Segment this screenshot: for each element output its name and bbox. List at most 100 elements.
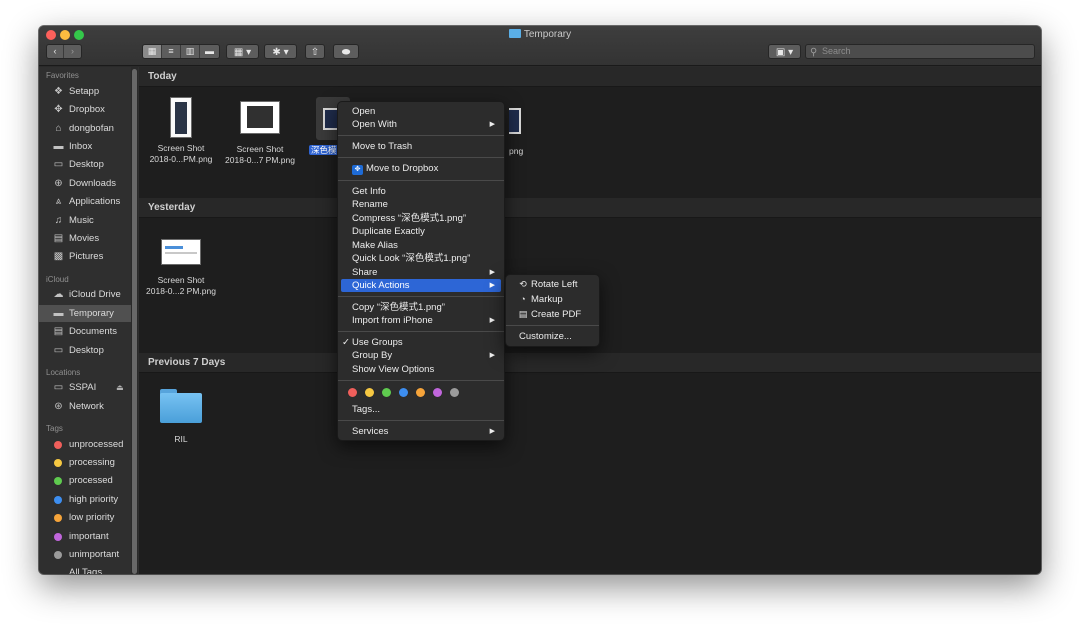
menu-item-label: Tags...	[352, 404, 380, 415]
menu-item-share[interactable]: Share ▶	[341, 266, 501, 279]
quick-actions-submenu: ⟲ Rotate Left ◔ Markup ▤ Create PDF Customi…	[505, 274, 600, 347]
menu-item-duplicate-exactly[interactable]: Duplicate Exactly	[341, 225, 501, 238]
tag-color-blue[interactable]	[399, 388, 408, 397]
menu-item-group-by[interactable]: Group By ▶	[341, 349, 501, 362]
submenu-arrow-icon: ▶	[489, 352, 495, 359]
view-mode-control: ▦ ≡ ▥ ▬	[142, 44, 220, 59]
menu-item-rotate-left[interactable]: ⟲ Rotate Left	[509, 278, 596, 291]
menu-item-label: Compress “深色模式1.png”	[352, 213, 467, 224]
icon-view-icon: ▦	[147, 46, 157, 56]
sidebar-item-icloud-drive[interactable]: ☁ iCloud Drive	[39, 286, 139, 303]
scrollbar-thumb[interactable]	[132, 69, 137, 574]
sidebar-item-pictures[interactable]: ▩ Pictures	[39, 248, 139, 265]
sidebar-item-setapp[interactable]: ❖ Setapp	[39, 83, 139, 100]
menu-item-rename[interactable]: Rename	[341, 198, 501, 211]
sidebar-item-applications[interactable]: ⩓ Applications	[39, 193, 139, 210]
sidebar-item-movies[interactable]: ▤ Movies	[39, 230, 139, 247]
section-header-yesterday: Yesterday	[139, 198, 1041, 218]
menu-item-copy[interactable]: Copy “深色模式1.png”	[341, 301, 501, 314]
menu-item-quick-look[interactable]: Quick Look “深色模式1.png”	[341, 252, 501, 265]
forward-button[interactable]: ›	[64, 45, 81, 58]
sidebar-item-desktop[interactable]: ▭ Desktop	[39, 156, 139, 173]
markup-icon: ◔	[520, 294, 526, 304]
file-thumbnail	[161, 239, 201, 265]
menu-item-import-from-iphone[interactable]: Import from iPhone ▶	[341, 314, 501, 327]
back-button[interactable]: ‹	[47, 45, 65, 58]
sidebar-all-tags[interactable]: All Tags...	[39, 564, 139, 574]
file-item[interactable]: Screen Shot 2018-0...7 PM.png	[223, 97, 297, 166]
icon-view-button[interactable]: ▦	[143, 45, 162, 58]
file-item[interactable]: Screen Shot 2018-0...2 PM.png	[144, 239, 218, 297]
sidebar-item-icloud-desktop[interactable]: ▭ Desktop	[39, 342, 139, 359]
sidebar-item-downloads[interactable]: ⊕ Downloads	[39, 175, 139, 192]
menu-item-use-groups[interactable]: ✓ Use Groups	[341, 336, 501, 349]
sidebar-item-label: processing	[69, 457, 115, 468]
gallery-view-button[interactable]: ▬	[200, 45, 219, 58]
action-button[interactable]: ✱ ▾	[264, 44, 297, 59]
tag-color-dot	[54, 441, 62, 449]
file-item[interactable]: Screen Shot 2018-0...PM.png	[144, 97, 218, 165]
menu-item-tags[interactable]: Tags...	[341, 403, 501, 416]
file-item[interactable]: png	[509, 97, 549, 157]
sidebar-item-inbox[interactable]: ▬ Inbox	[39, 138, 139, 155]
column-view-button[interactable]: ▥	[181, 45, 200, 58]
menu-item-show-view-options[interactable]: Show View Options	[341, 363, 501, 376]
menu-item-customize[interactable]: Customize...	[509, 330, 596, 343]
menu-item-compress[interactable]: Compress “深色模式1.png”	[341, 212, 501, 225]
file-name-line: Screen Shot	[236, 144, 284, 154]
sidebar-item-dropbox[interactable]: ✥ Dropbox	[39, 101, 139, 118]
list-view-button[interactable]: ≡	[162, 45, 181, 58]
menu-item-open-with[interactable]: Open With ▶	[341, 118, 501, 131]
menu-item-label: Customize...	[519, 331, 572, 342]
sidebar-tag-low-priority[interactable]: low priority	[39, 509, 139, 526]
menu-item-open[interactable]: Open	[341, 105, 501, 118]
sidebar-tag-unprocessed[interactable]: unprocessed	[39, 436, 139, 453]
dropbox-icon: ✥	[54, 104, 63, 115]
sidebar-item-label: unimportant	[69, 549, 120, 560]
sidebar-item-music[interactable]: ♫ Music	[39, 212, 139, 229]
tag-color-gray[interactable]	[450, 388, 459, 397]
dropbox-icon: ✥	[352, 165, 363, 175]
eject-icon[interactable]: ⏏	[116, 379, 124, 396]
tag-color-red[interactable]	[348, 388, 357, 397]
sidebar-item-label: Network	[69, 401, 104, 412]
submenu-arrow-icon: ▶	[489, 282, 495, 289]
music-icon: ♫	[54, 215, 63, 226]
menu-item-services[interactable]: Services ▶	[341, 425, 501, 438]
menu-item-get-info[interactable]: Get Info	[341, 185, 501, 198]
dropbox-toolbar-button[interactable]: ▣ ▾	[768, 44, 801, 59]
menu-item-make-alias[interactable]: Make Alias	[341, 239, 501, 252]
sidebar-tag-high-priority[interactable]: high priority	[39, 491, 139, 508]
menu-item-move-to-trash[interactable]: Move to Trash	[341, 140, 501, 153]
menu-item-label: Use Groups	[352, 337, 403, 348]
tag-button[interactable]: ⬬	[333, 44, 359, 59]
folder-item[interactable]: RIL	[144, 389, 218, 445]
sidebar-tag-unimportant[interactable]: unimportant	[39, 546, 139, 563]
sidebar-item-network[interactable]: ⊛ Network	[39, 398, 139, 415]
section-header-previous-7-days: Previous 7 Days	[139, 353, 1041, 373]
group-button[interactable]: ▦ ▾	[226, 44, 259, 59]
tag-color-yellow[interactable]	[365, 388, 374, 397]
menu-item-move-to-dropbox[interactable]: ✥ Move to Dropbox	[341, 162, 501, 175]
tag-color-green[interactable]	[382, 388, 391, 397]
sidebar-item-documents[interactable]: ▤ Documents	[39, 323, 139, 340]
tag-color-orange[interactable]	[416, 388, 425, 397]
sidebar-item-temporary[interactable]: ▬ Temporary	[39, 305, 131, 322]
sidebar-tag-processing[interactable]: processing	[39, 454, 139, 471]
menu-item-quick-actions[interactable]: Quick Actions ▶	[341, 279, 501, 292]
search-input[interactable]: ⚲ Search	[805, 44, 1035, 59]
menu-item-label: Move to Trash	[352, 141, 413, 152]
menu-item-markup[interactable]: ◔ Markup	[509, 293, 596, 306]
sidebar-tag-important[interactable]: important	[39, 528, 139, 545]
sidebar-item-dongbofan[interactable]: ⌂ dongbofan	[39, 120, 139, 137]
network-icon: ⊛	[54, 401, 63, 412]
tag-color-purple[interactable]	[433, 388, 442, 397]
sidebar-tag-processed[interactable]: processed	[39, 472, 139, 489]
sidebar-scrollbar[interactable]	[131, 67, 138, 574]
sidebar-item-label: Desktop	[69, 345, 104, 356]
share-button[interactable]: ⇧	[305, 44, 325, 59]
menu-item-create-pdf[interactable]: ▤ Create PDF	[509, 308, 596, 321]
tag-color-dot	[54, 477, 62, 485]
sidebar-item-sspai[interactable]: ▭ SSPAI ⏏	[39, 379, 139, 396]
file-name-line: Screen Shot	[157, 275, 205, 285]
